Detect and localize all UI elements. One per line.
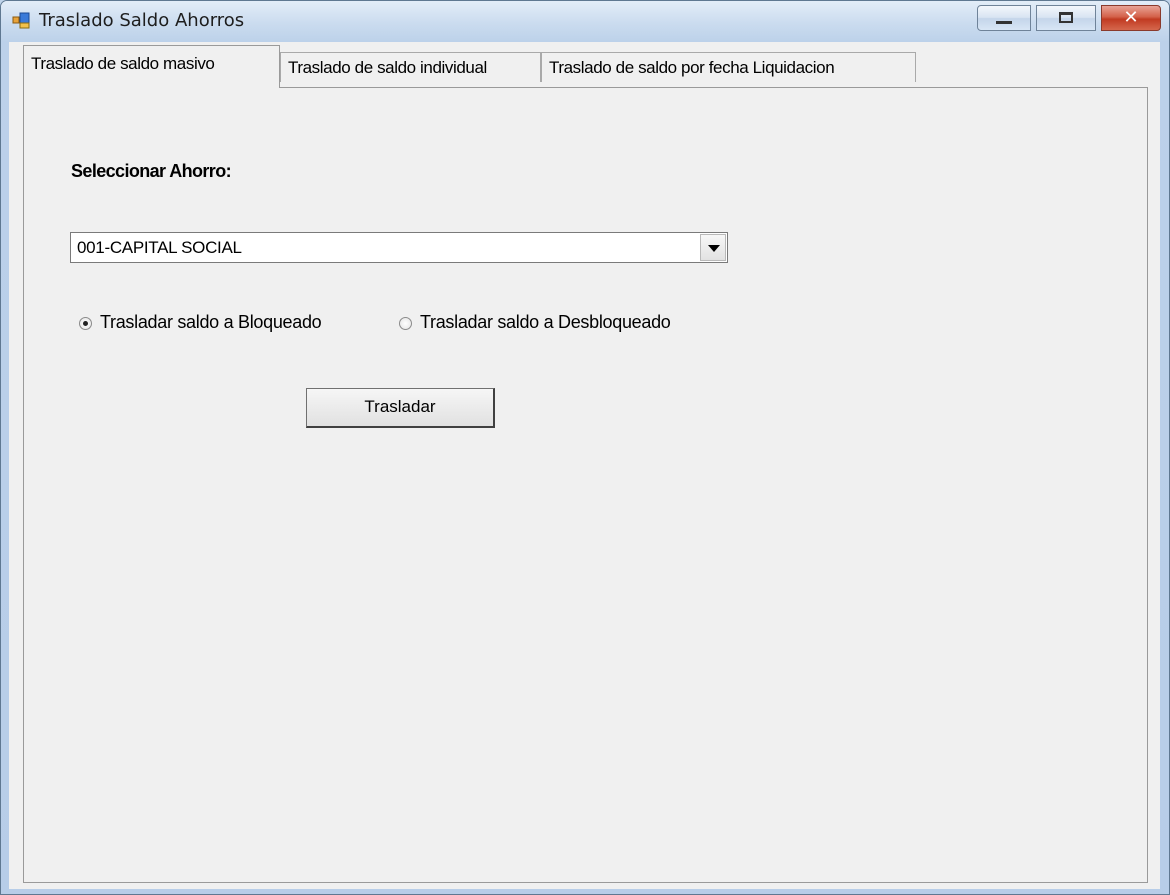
tab-traslado-individual[interactable]: Traslado de saldo individual — [280, 52, 541, 82]
radio-trasladar-desbloqueado[interactable]: Trasladar saldo a Desbloqueado — [399, 312, 744, 336]
radio-label: Trasladar saldo a Bloqueado — [100, 312, 322, 332]
tab-page-masivo: Seleccionar Ahorro: 001-CAPITAL SOCIAL T… — [23, 87, 1148, 883]
radio-label: Trasladar saldo a Desbloqueado — [420, 312, 671, 332]
maximize-button[interactable] — [1036, 5, 1096, 31]
close-button[interactable]: ✕ — [1101, 5, 1161, 31]
chevron-down-icon — [708, 245, 720, 252]
dropdown-button[interactable] — [700, 234, 726, 261]
select-ahorro-label: Seleccionar Ahorro: — [71, 161, 232, 181]
tab-strip: Traslado de saldo masivo Traslado de sal… — [9, 42, 1160, 88]
radio-indicator[interactable] — [79, 317, 92, 330]
maximize-icon — [1059, 12, 1073, 23]
form-icon — [12, 12, 30, 29]
minimize-icon — [996, 21, 1012, 24]
close-icon: ✕ — [1123, 7, 1139, 28]
window-title: Traslado Saldo Ahorros — [39, 10, 245, 31]
radio-trasladar-bloqueado[interactable]: Trasladar saldo a Bloqueado — [79, 312, 384, 336]
title-bar[interactable]: Traslado Saldo Ahorros ✕ — [1, 1, 1169, 41]
form-client-area: Traslado de saldo masivo Traslado de sal… — [9, 42, 1160, 889]
trasladar-button[interactable]: Trasladar — [306, 388, 495, 428]
minimize-button[interactable] — [977, 5, 1031, 31]
tab-traslado-fecha-liquidacion[interactable]: Traslado de saldo por fecha Liquidacion — [541, 52, 916, 82]
radio-indicator[interactable] — [399, 317, 412, 330]
tab-traslado-masivo[interactable]: Traslado de saldo masivo — [23, 45, 280, 88]
ahorro-select-value: 001-CAPITAL SOCIAL — [77, 238, 242, 257]
window: Traslado Saldo Ahorros ✕ Traslado de sal… — [0, 0, 1170, 895]
ahorro-select[interactable]: 001-CAPITAL SOCIAL — [70, 232, 728, 263]
